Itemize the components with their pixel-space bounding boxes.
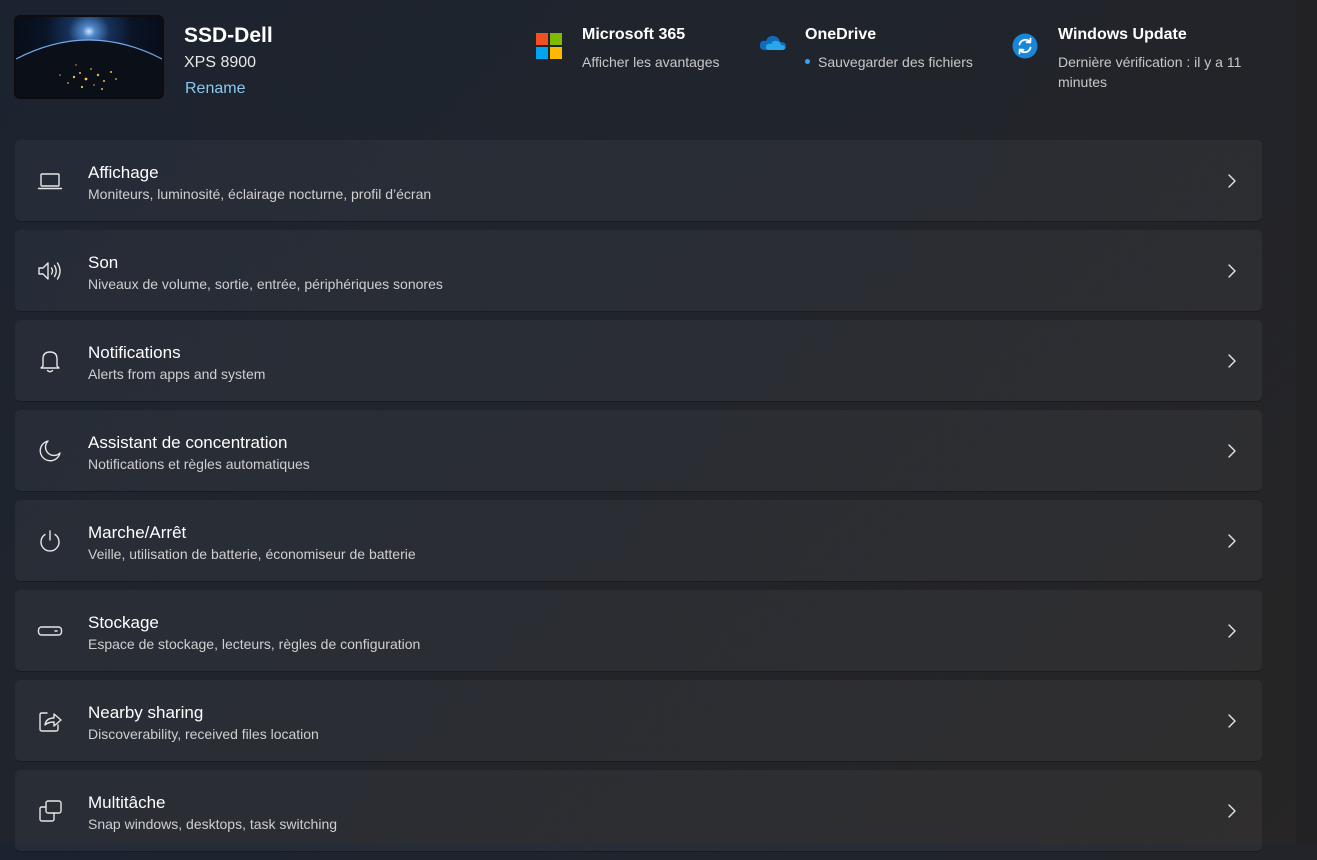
setting-power[interactable]: Marche/Arrêt Veille, utilisation de batt…	[15, 500, 1262, 581]
windows-update-subtitle: Dernière vérification : il y a 11 minute…	[1058, 54, 1242, 90]
setting-title: Notifications	[88, 343, 181, 362]
share-icon	[37, 708, 63, 734]
onedrive-subtitle-text: Sauvegarder des fichiers	[818, 54, 973, 70]
setting-sound[interactable]: Son Niveaux de volume, sortie, entrée, p…	[15, 230, 1262, 311]
setting-title: Multitâche	[88, 793, 166, 812]
setting-title: Assistant de concentration	[88, 433, 288, 452]
onedrive-subtitle: Sauvegarder des fichiers	[805, 52, 973, 72]
bell-icon	[37, 348, 63, 374]
microsoft-365-subtitle: Afficher les avantages	[582, 54, 720, 70]
microsoft-365-title: Microsoft 365	[582, 26, 686, 43]
setting-focus-assist[interactable]: Assistant de concentration Notifications…	[15, 410, 1262, 491]
chevron-right-icon	[1225, 623, 1239, 639]
microsoft-logo-icon	[536, 33, 562, 64]
setting-description: Veille, utilisation de batterie, économi…	[88, 546, 416, 562]
setting-title: Stockage	[88, 613, 159, 632]
cloud-icon	[759, 33, 787, 58]
windows-update-card[interactable]: Windows Update Dernière vérification : i…	[1012, 24, 1282, 94]
storage-drive-icon	[37, 618, 63, 644]
setting-description: Moniteurs, luminosité, éclairage nocturn…	[88, 186, 432, 202]
setting-notifications[interactable]: Notifications Alerts from apps and syste…	[15, 320, 1262, 401]
chevron-right-icon	[1225, 533, 1239, 549]
chevron-right-icon	[1225, 173, 1239, 189]
device-wallpaper-thumbnail	[14, 15, 164, 99]
device-name: SSD-Dell	[184, 24, 273, 47]
setting-multitasking[interactable]: Multitâche Snap windows, desktops, task …	[15, 770, 1262, 851]
microsoft-365-card[interactable]: Microsoft 365 Afficher les avantages	[536, 24, 746, 84]
chevron-right-icon	[1225, 353, 1239, 369]
setting-description: Espace de stockage, lecteurs, règles de …	[88, 636, 421, 652]
setting-description: Discoverability, received files location	[88, 726, 319, 742]
chevron-right-icon	[1225, 443, 1239, 459]
setting-description: Alerts from apps and system	[88, 366, 266, 382]
setting-title: Nearby sharing	[88, 703, 204, 722]
chevron-right-icon	[1225, 803, 1239, 819]
laptop-icon	[37, 168, 63, 194]
setting-storage[interactable]: Stockage Espace de stockage, lecteurs, r…	[15, 590, 1262, 671]
setting-title: Marche/Arrêt	[88, 523, 187, 542]
device-model: XPS 8900	[184, 54, 257, 71]
scroll-gutter	[1296, 0, 1317, 844]
setting-display[interactable]: Affichage Moniteurs, luminosité, éclaira…	[15, 140, 1262, 221]
chevron-right-icon	[1225, 713, 1239, 729]
moon-icon	[37, 438, 63, 464]
setting-description: Niveaux de volume, sortie, entrée, périp…	[88, 276, 443, 292]
setting-nearby-sharing[interactable]: Nearby sharing Discoverability, received…	[15, 680, 1262, 761]
windows-update-title: Windows Update	[1058, 26, 1187, 43]
status-dot-icon	[805, 58, 810, 64]
onedrive-title: OneDrive	[805, 26, 877, 43]
power-icon	[37, 528, 63, 554]
setting-description: Snap windows, desktops, task switching	[88, 816, 338, 832]
onedrive-card[interactable]: OneDrive Sauvegarder des fichiers	[759, 24, 994, 84]
rename-link[interactable]: Rename	[185, 80, 245, 98]
settings-list: Affichage Moniteurs, luminosité, éclaira…	[15, 140, 1262, 860]
sync-icon	[1012, 33, 1038, 64]
setting-description: Notifications et règles automatiques	[88, 456, 310, 472]
chevron-right-icon	[1225, 263, 1239, 279]
setting-title: Affichage	[88, 163, 159, 182]
multitask-windows-icon	[37, 798, 63, 824]
speaker-icon	[37, 258, 63, 284]
setting-title: Son	[88, 253, 119, 272]
